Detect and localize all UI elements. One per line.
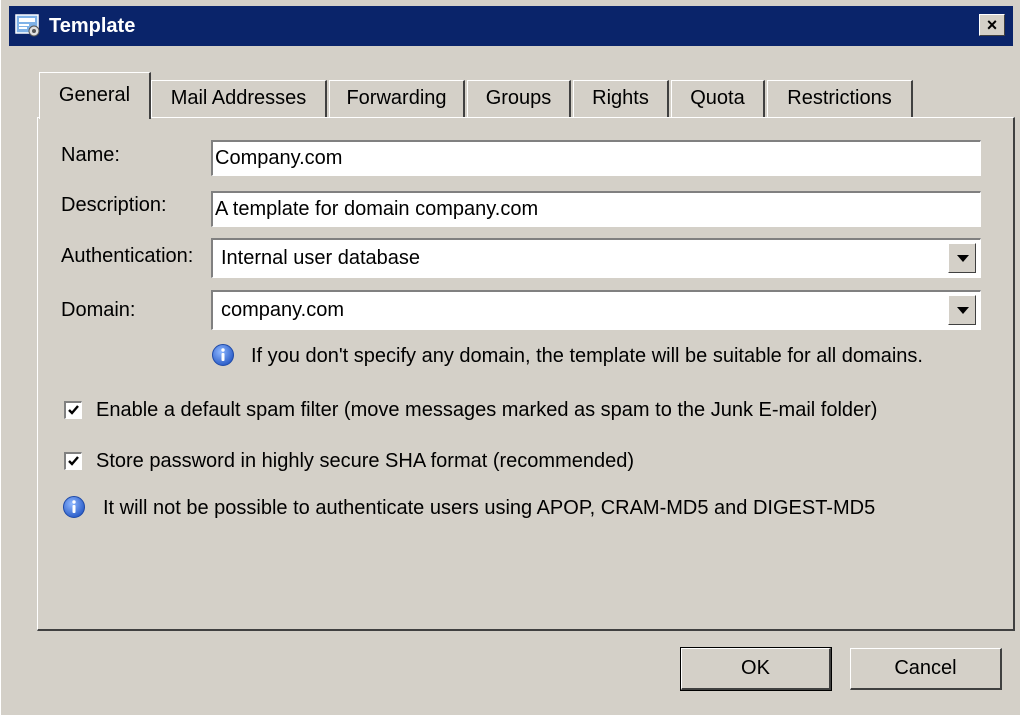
authentication-value: Internal user database — [221, 247, 421, 269]
chevron-down-icon[interactable] — [948, 295, 976, 325]
template-dialog: Template × General Mail Addresses Forwar… — [0, 0, 1020, 715]
domain-value: company.com — [221, 299, 345, 321]
chevron-down-icon[interactable] — [948, 243, 976, 273]
name-label: Name: — [61, 144, 120, 166]
spam-filter-checkbox[interactable] — [64, 401, 82, 419]
description-field[interactable]: A template for domain company.com — [211, 191, 981, 227]
spam-filter-label: Enable a default spam filter (move messa… — [96, 399, 878, 421]
sha-info-text: It will not be possible to authenticate … — [103, 497, 876, 519]
description-label: Description: — [61, 194, 167, 216]
cancel-button[interactable]: Cancel — [850, 648, 1002, 690]
domain-label: Domain: — [61, 299, 136, 321]
name-field[interactable]: Company.com — [211, 140, 981, 176]
checkmark-icon — [68, 405, 79, 415]
sha-password-checkbox[interactable] — [64, 452, 82, 470]
sha-password-label: Store password in highly secure SHA form… — [96, 450, 635, 472]
authentication-select[interactable]: Internal user database — [211, 238, 981, 278]
ok-button[interactable]: OK — [680, 647, 832, 691]
info-icon — [212, 344, 234, 366]
domain-select[interactable]: company.com — [211, 290, 981, 330]
domain-info-text: If you don't specify any domain, the tem… — [251, 345, 923, 367]
form-layer: Name: Company.com Description: A templat… — [1, 0, 1020, 715]
checkmark-icon — [68, 456, 79, 466]
authentication-label: Authentication: — [61, 245, 194, 267]
info-icon — [63, 496, 85, 518]
